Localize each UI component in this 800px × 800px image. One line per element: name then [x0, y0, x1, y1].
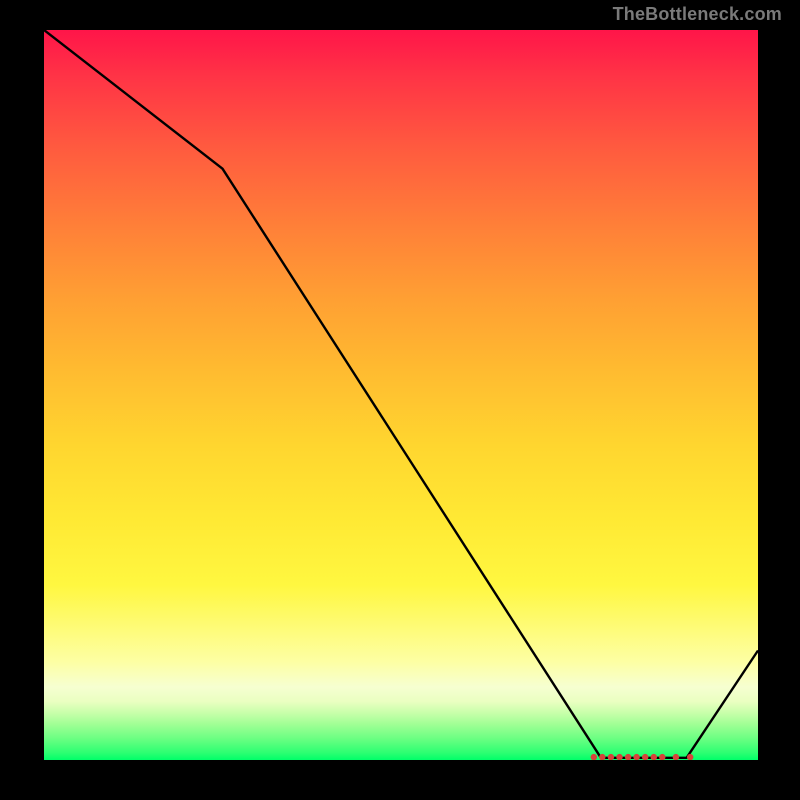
plot-area [44, 30, 758, 760]
bottleneck-curve [44, 30, 758, 758]
optimal-dot [673, 754, 679, 760]
attribution-text: TheBottleneck.com [613, 4, 782, 25]
optimal-dot [633, 754, 639, 760]
optimal-dot [608, 754, 614, 760]
bottleneck-curve-svg [44, 30, 758, 760]
optimal-dot [625, 754, 631, 760]
optimal-dot [616, 754, 622, 760]
optimal-dot [591, 754, 597, 760]
optimal-dot [599, 754, 605, 760]
optimal-dot [642, 754, 648, 760]
chart-container: TheBottleneck.com [0, 0, 800, 800]
optimal-dot [651, 754, 657, 760]
optimal-dot [659, 754, 665, 760]
optimal-dot [687, 754, 693, 760]
